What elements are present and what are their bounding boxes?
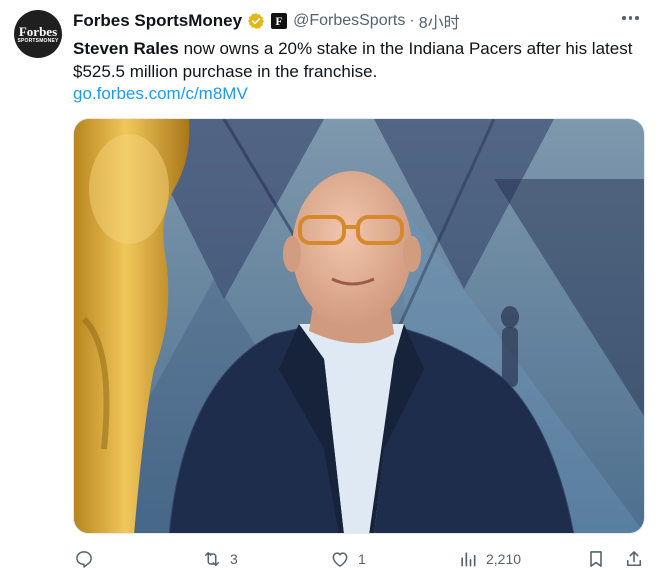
reply-icon	[76, 551, 92, 568]
tweet-header: Forbes SportsMoney F @ForbesSports · 8小时	[73, 10, 460, 32]
timestamp[interactable]: 8小时	[419, 9, 460, 33]
handle[interactable]: @ForbesSports	[293, 12, 405, 30]
tweet-photo[interactable]	[73, 118, 645, 534]
avatar-logo-text: Forbes	[18, 23, 58, 39]
verified-icon[interactable]	[247, 12, 265, 30]
reply-button[interactable]	[74, 549, 102, 569]
more-icon[interactable]	[622, 13, 642, 23]
display-name[interactable]: Forbes SportsMoney	[73, 11, 242, 31]
retweet-icon	[205, 552, 219, 566]
tweet-link[interactable]: go.forbes.com/c/m8MV	[73, 84, 248, 104]
avatar[interactable]: Forbes SPORTSMONEY	[14, 10, 62, 58]
views-count: 2,210	[486, 551, 522, 567]
bookmark-button[interactable]	[586, 549, 606, 569]
tweet-text: Steven Rales now owns a 20% stake in the…	[73, 37, 643, 83]
photo-steven-rales	[74, 119, 644, 533]
share-icon	[626, 551, 642, 567]
retweet-button[interactable]: 3	[202, 549, 238, 569]
views-icon	[461, 552, 476, 567]
like-button[interactable]: 1	[330, 549, 366, 569]
avatar-logo-subtext: SPORTSMONEY	[17, 37, 59, 44]
bookmark-icon	[590, 551, 602, 567]
tweet-mention-name: Steven Rales	[73, 39, 179, 58]
share-button[interactable]	[624, 549, 644, 569]
affiliate-badge[interactable]: F	[271, 13, 288, 29]
retweet-count: 3	[230, 551, 238, 567]
separator: ·	[409, 12, 415, 29]
tweet[interactable]: Forbes SPORTSMONEY Forbes SportsMoney F …	[0, 0, 660, 584]
like-count: 1	[358, 551, 366, 567]
tweet-actions: 3 1 2,210	[0, 549, 660, 573]
like-icon	[332, 552, 348, 567]
views-button[interactable]: 2,210	[458, 549, 521, 569]
